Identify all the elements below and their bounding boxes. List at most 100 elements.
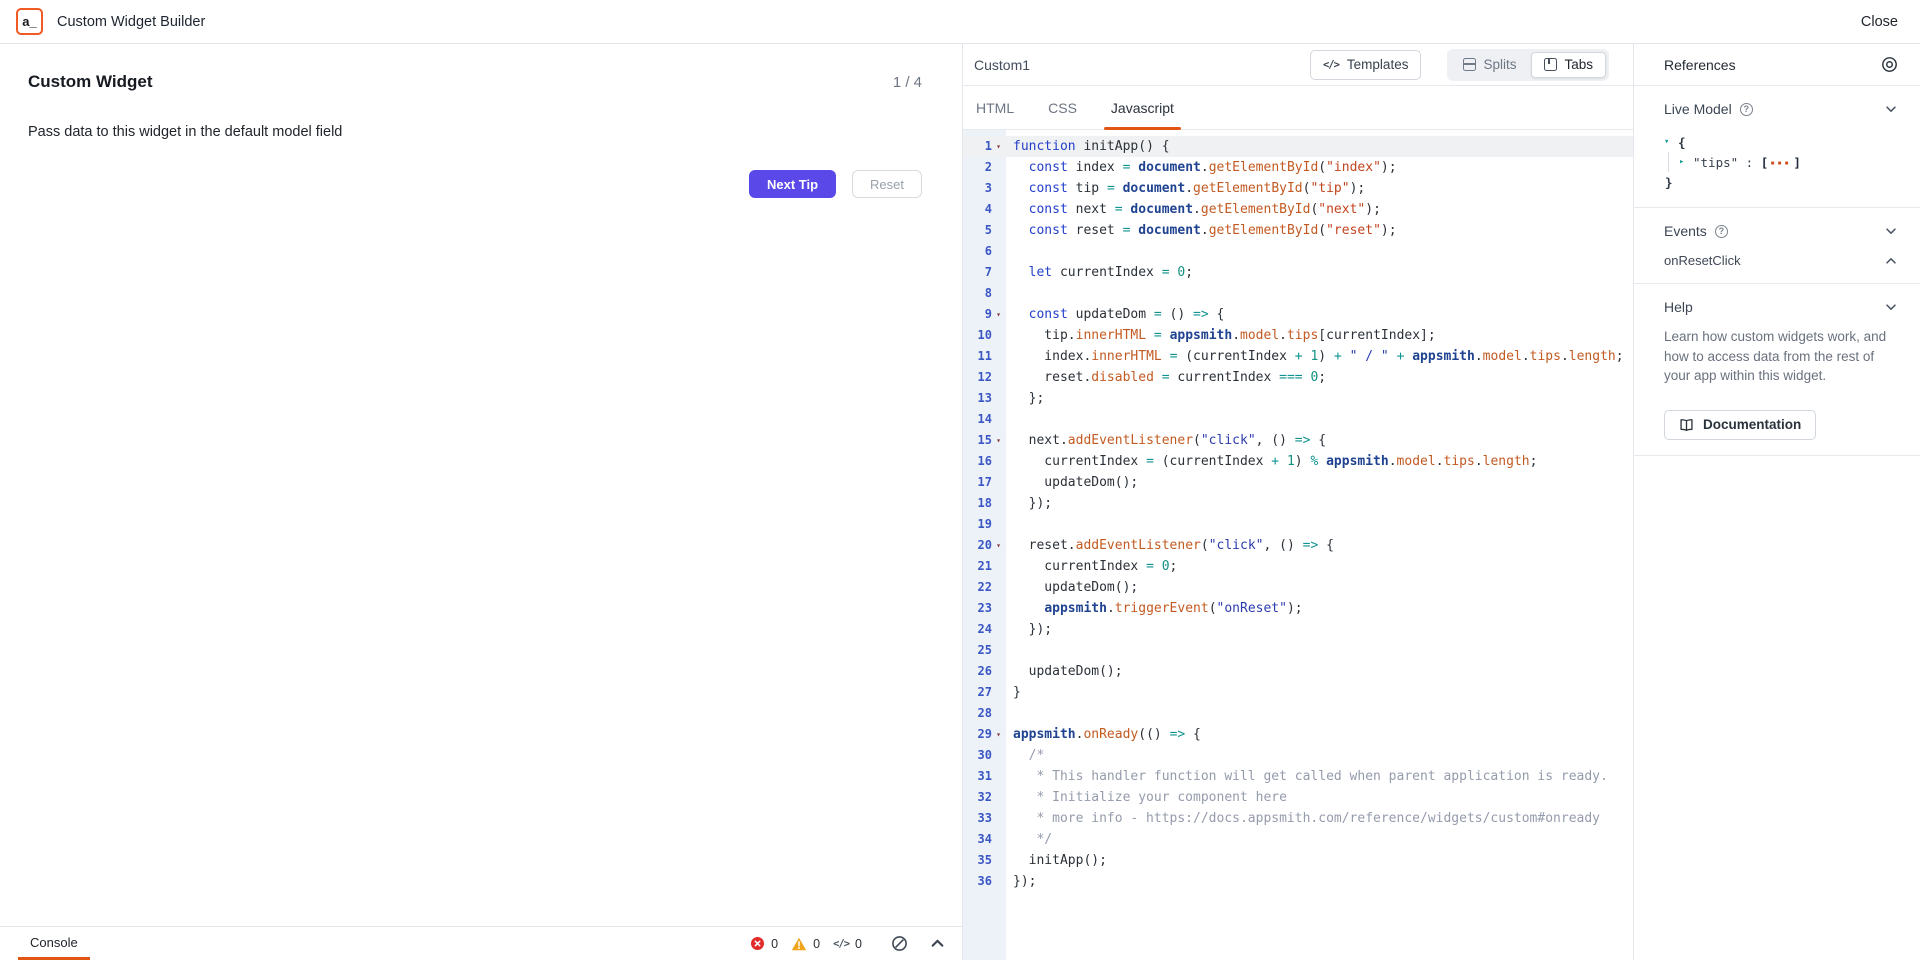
code-line[interactable]: 28	[963, 703, 1633, 724]
code-line[interactable]: 5 const reset = document.getElementById(…	[963, 220, 1633, 241]
tip-page-indicator: 1 / 4	[893, 74, 922, 91]
code-line[interactable]: 21 currentIndex = 0;	[963, 556, 1633, 577]
fold-arrow-icon[interactable]: ▾	[992, 430, 1005, 451]
collapse-root-icon[interactable]: ▾	[1664, 137, 1678, 147]
code-line[interactable]: 16 currentIndex = (currentIndex + 1) % a…	[963, 451, 1633, 472]
line-number: 1	[985, 136, 992, 157]
widget-preview-panel: Custom Widget 1 / 4 Pass data to this wi…	[0, 44, 962, 960]
code-line[interactable]: 29▾appsmith.onReady(() => {	[963, 724, 1633, 745]
live-model-title: Live Model	[1664, 101, 1732, 117]
code-line[interactable]: 35 initApp();	[963, 850, 1633, 871]
editor-tab-bar: HTML CSS Javascript	[963, 86, 1633, 130]
code-line[interactable]: 25	[963, 640, 1633, 661]
line-number: 20	[978, 535, 992, 556]
book-icon	[1679, 418, 1694, 432]
code-line[interactable]: 6	[963, 241, 1633, 262]
live-model-chevron-down-icon[interactable]	[1884, 102, 1898, 116]
code-line[interactable]: 11 index.innerHTML = (currentIndex + 1) …	[963, 346, 1633, 367]
code-line[interactable]: 20▾ reset.addEventListener("click", () =…	[963, 535, 1633, 556]
code-line-text	[1006, 409, 1013, 430]
documentation-button[interactable]: Documentation	[1664, 410, 1816, 440]
code-line-text: appsmith.onReady(() => {	[1006, 724, 1201, 745]
code-line[interactable]: 36});	[963, 871, 1633, 892]
fold-arrow-icon[interactable]: ▾	[992, 724, 1005, 745]
code-line[interactable]: 4 const next = document.getElementById("…	[963, 199, 1633, 220]
tab-css[interactable]: CSS	[1046, 86, 1079, 129]
code-line[interactable]: 9▾ const updateDom = () => {	[963, 304, 1633, 325]
code-line[interactable]: 12 reset.disabled = currentIndex === 0;	[963, 367, 1633, 388]
fold-arrow-icon[interactable]: ▾	[992, 535, 1005, 556]
code-line[interactable]: 19	[963, 514, 1633, 535]
tabs-option[interactable]: Tabs	[1531, 52, 1606, 78]
close-button[interactable]: Close	[1861, 14, 1898, 30]
expand-tips-icon[interactable]: ▸	[1679, 157, 1693, 167]
line-number: 2	[985, 157, 992, 178]
reset-button[interactable]: Reset	[852, 170, 922, 198]
help-section: Help Learn how custom widgets work, and …	[1634, 284, 1920, 456]
clear-console-icon[interactable]	[891, 935, 908, 952]
code-line[interactable]: 7 let currentIndex = 0;	[963, 262, 1633, 283]
code-line-text: * This handler function will get called …	[1006, 766, 1608, 787]
code-line[interactable]: 27}	[963, 682, 1633, 703]
code-line-text: index.innerHTML = (currentIndex + 1) + "…	[1006, 346, 1624, 367]
code-line-text: const next = document.getElementById("ne…	[1006, 199, 1381, 220]
code-line[interactable]: 18 });	[963, 493, 1633, 514]
code-line[interactable]: 22 updateDom();	[963, 577, 1633, 598]
collapsed-array-dots[interactable]: ▪▪▪	[1770, 158, 1791, 167]
line-number: 23	[978, 598, 992, 619]
events-help-icon[interactable]	[1715, 225, 1728, 238]
model-key: "tips"	[1693, 155, 1738, 170]
code-line[interactable]: 14	[963, 409, 1633, 430]
code-line[interactable]: 26 updateDom();	[963, 661, 1633, 682]
code-line-text: const updateDom = () => {	[1006, 304, 1224, 325]
tab-javascript[interactable]: Javascript	[1109, 86, 1176, 129]
line-number: 32	[978, 787, 992, 808]
code-line[interactable]: 8	[963, 283, 1633, 304]
event-name: onResetClick	[1664, 253, 1741, 268]
fold-arrow-icon[interactable]: ▾	[992, 136, 1005, 157]
code-line[interactable]: 13 };	[963, 388, 1633, 409]
code-line[interactable]: 23 appsmith.triggerEvent("onReset");	[963, 598, 1633, 619]
live-model-help-icon[interactable]	[1740, 103, 1753, 116]
code-line[interactable]: 2 const index = document.getElementById(…	[963, 157, 1633, 178]
code-line-text: });	[1006, 619, 1052, 640]
line-number: 10	[978, 325, 992, 346]
code-line[interactable]: 1▾function initApp() {	[963, 136, 1633, 157]
code-editor[interactable]: 1▾function initApp() {2 const index = do…	[963, 130, 1633, 960]
fold-arrow-icon[interactable]: ▾	[992, 304, 1005, 325]
tab-html[interactable]: HTML	[974, 86, 1016, 129]
line-number: 9	[985, 304, 992, 325]
console-bar: Console 0 0 </> 0	[0, 926, 962, 960]
code-line[interactable]: 33 * more info - https://docs.appsmith.c…	[963, 808, 1633, 829]
code-line-text: appsmith.triggerEvent("onReset");	[1006, 598, 1303, 619]
console-tab[interactable]: Console	[18, 927, 90, 960]
toggle-references-icon[interactable]	[1881, 56, 1898, 73]
code-line[interactable]: 17 updateDom();	[963, 472, 1633, 493]
events-chevron-down-icon[interactable]	[1884, 224, 1898, 238]
templates-button[interactable]: </> Templates	[1310, 50, 1422, 80]
code-line[interactable]: 30 /*	[963, 745, 1633, 766]
code-line-text: });	[1006, 493, 1052, 514]
code-line[interactable]: 3 const tip = document.getElementById("t…	[963, 178, 1633, 199]
line-number: 4	[985, 199, 992, 220]
event-onresetclick[interactable]: onResetClick	[1664, 253, 1898, 268]
bracket-close: ]	[1793, 155, 1801, 170]
code-line[interactable]: 31 * This handler function will get call…	[963, 766, 1633, 787]
event-chevron-up-icon[interactable]	[1884, 254, 1898, 268]
splits-option[interactable]: Splits	[1450, 52, 1529, 78]
code-line[interactable]: 15▾ next.addEventListener("click", () =>…	[963, 430, 1633, 451]
templates-button-label: Templates	[1347, 57, 1409, 72]
next-tip-button[interactable]: Next Tip	[749, 170, 836, 198]
code-line[interactable]: 24 });	[963, 619, 1633, 640]
code-line-text: reset.disabled = currentIndex === 0;	[1006, 367, 1326, 388]
help-chevron-down-icon[interactable]	[1884, 300, 1898, 314]
collapse-console-icon[interactable]	[930, 936, 945, 951]
code-line-text: /*	[1006, 745, 1044, 766]
code-line-text: updateDom();	[1006, 472, 1138, 493]
code-line[interactable]: 32 * Initialize your component here	[963, 787, 1633, 808]
code-line[interactable]: 10 tip.innerHTML = appsmith.model.tips[c…	[963, 325, 1633, 346]
code-line[interactable]: 34 */	[963, 829, 1633, 850]
open-brace: {	[1678, 135, 1686, 150]
warning-icon	[791, 937, 807, 951]
code-line-text	[1006, 703, 1013, 724]
